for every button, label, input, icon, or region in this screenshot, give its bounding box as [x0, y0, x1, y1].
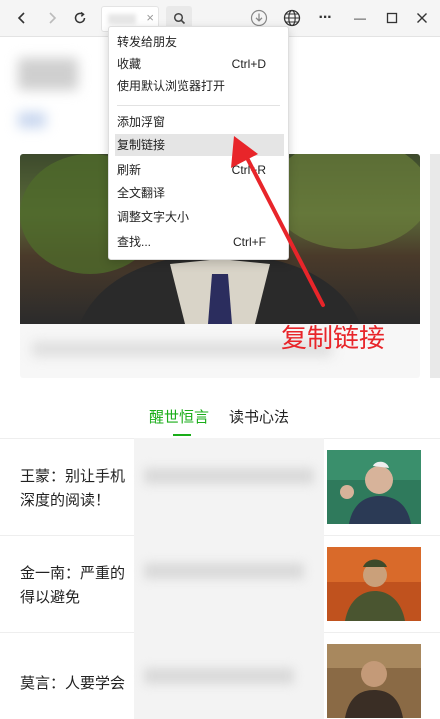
category-tabs: 醒世恒言 读书心法: [0, 402, 440, 439]
portrait-thumbnail: [327, 644, 421, 718]
menu-item-translate[interactable]: 全文翻译: [109, 182, 288, 204]
menu-item-label: 收藏: [117, 57, 142, 71]
maximize-button[interactable]: [380, 6, 404, 30]
menu-item-share-friend[interactable]: 转发给朋友: [109, 31, 288, 53]
back-button[interactable]: [10, 6, 34, 30]
globe-icon: [283, 9, 301, 27]
article-title-line2: 得以避免: [20, 589, 81, 606]
close-icon: [417, 13, 427, 23]
menu-item-label: 刷新: [117, 163, 142, 177]
menu-item-shortcut: Ctrl+F: [233, 235, 266, 249]
menu-item-open-default-browser[interactable]: 使用默认浏览器打开: [109, 75, 288, 97]
menu-item-shortcut: Ctrl+D: [231, 57, 266, 71]
search-icon: [173, 12, 185, 24]
menu-item-find[interactable]: 查找... Ctrl+F: [109, 231, 288, 253]
menu-item-refresh[interactable]: 刷新 Ctrl+R: [109, 159, 288, 181]
tab-xingshi-hengyan[interactable]: 醒世恒言: [149, 406, 209, 427]
reload-icon: [74, 11, 86, 24]
address-text-blurred: [108, 14, 136, 24]
context-menu: 转发给朋友 收藏 Ctrl+D 使用默认浏览器打开 添加浮窗 复制链接 刷新 C…: [108, 26, 289, 260]
blurred-overlay: [134, 438, 324, 719]
minimize-button[interactable]: —: [348, 6, 372, 30]
close-button[interactable]: [410, 6, 434, 30]
menu-item-text-size[interactable]: 调整文字大小: [109, 206, 288, 228]
article-thumbnail[interactable]: [327, 450, 421, 524]
author-name-blurred: [18, 58, 78, 90]
menu-item-add-floating-window[interactable]: 添加浮窗: [109, 111, 288, 133]
chevron-right-icon: [49, 12, 57, 24]
clear-address-icon[interactable]: ×: [146, 10, 154, 25]
menu-item-label: 添加浮窗: [117, 115, 166, 129]
chevron-left-icon: [17, 12, 25, 24]
menu-item-label: 全文翻译: [117, 186, 166, 200]
download-icon: [250, 9, 268, 27]
menu-item-label: 转发给朋友: [117, 35, 178, 49]
menu-item-label: 查找...: [117, 235, 152, 249]
menu-separator: [117, 105, 280, 106]
menu-item-shortcut: Ctrl+R: [231, 163, 266, 177]
menu-item-label: 复制链接: [117, 138, 166, 152]
forward-button[interactable]: [40, 6, 64, 30]
reload-button[interactable]: [68, 6, 92, 30]
menu-item-favorite[interactable]: 收藏 Ctrl+D: [109, 53, 288, 75]
next-card-edge: [430, 154, 440, 378]
menu-item-copy-link[interactable]: 复制链接: [115, 134, 284, 156]
article-title-line2: 深度的阅读！: [20, 492, 111, 509]
article-title-line1: 王蒙：别让手机: [20, 468, 126, 485]
author-sub-blurred: [18, 112, 46, 128]
maximize-icon: [386, 12, 398, 24]
portrait-thumbnail: [327, 450, 421, 524]
article-title-line1: 金一南：严重的: [20, 565, 126, 582]
active-tab-indicator: [173, 434, 191, 436]
tab-dushu-xinfa[interactable]: 读书心法: [229, 406, 289, 427]
article-title-line1: 莫言：人要学会: [20, 675, 126, 692]
menu-item-label: 使用默认浏览器打开: [117, 79, 226, 93]
portrait-thumbnail: [327, 547, 421, 621]
annotation-label: 复制链接: [281, 324, 386, 354]
article-thumbnail[interactable]: [327, 547, 421, 621]
more-button[interactable]: ···: [313, 6, 337, 30]
menu-item-label: 调整文字大小: [117, 210, 190, 224]
article-thumbnail[interactable]: [327, 644, 421, 718]
